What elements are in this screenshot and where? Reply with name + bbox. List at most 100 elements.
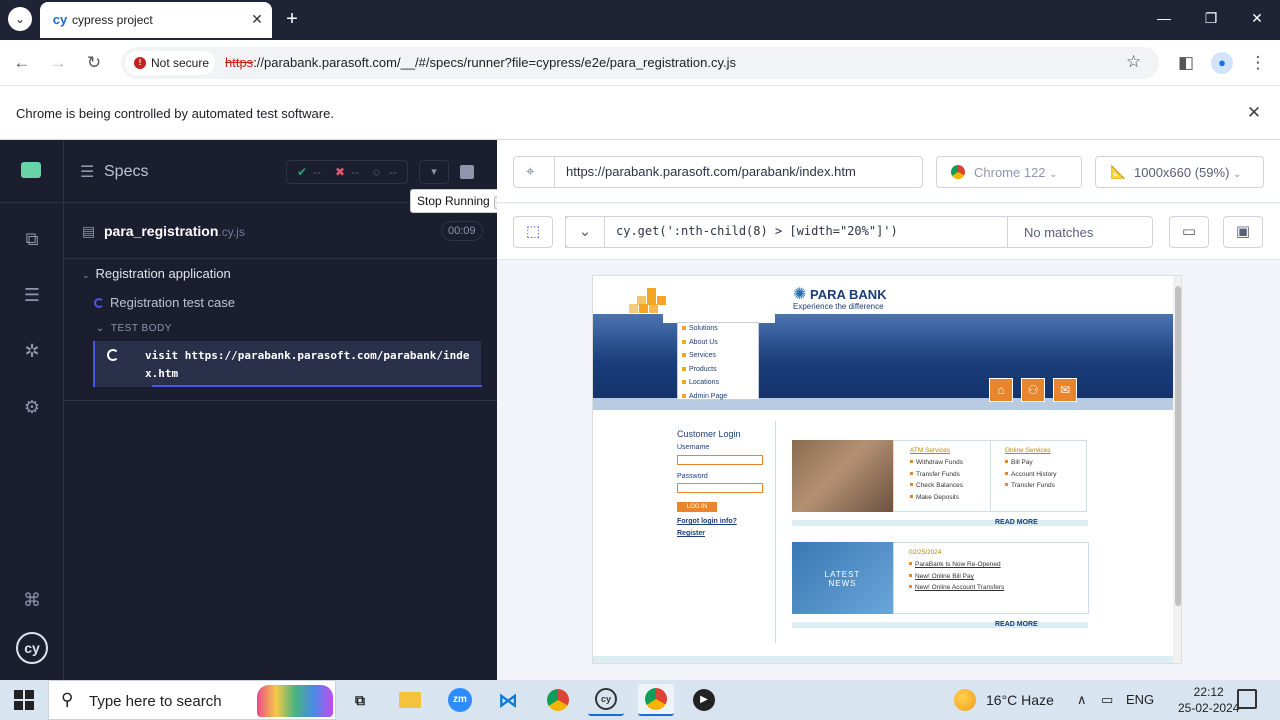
weather-icon[interactable] — [954, 689, 976, 711]
taskbar-search[interactable]: ⚲ Type here to search — [48, 680, 336, 720]
atm-service-item[interactable]: Make Deposits — [910, 494, 959, 501]
menu-item-locations[interactable]: Locations — [682, 379, 719, 386]
system-clock[interactable]: 22:12 25-02-2024 — [1178, 684, 1239, 716]
news-item[interactable]: New! Online Bill Pay — [909, 573, 974, 580]
bookmark-star-icon[interactable]: ☆ — [1126, 52, 1141, 72]
restore-button[interactable]: ❐ — [1196, 10, 1226, 27]
profile-avatar-icon[interactable]: ● — [1211, 52, 1233, 74]
url-text[interactable]: https://parabank.parasoft.com/__/#/specs… — [225, 55, 736, 70]
online-service-item[interactable]: Bill Pay — [1005, 459, 1033, 466]
site-info-chip[interactable]: ! Not secure — [125, 51, 215, 75]
menu-item-products[interactable]: Products — [682, 366, 717, 373]
infobar-message: Chrome is being controlled by automated … — [16, 106, 334, 121]
home-icon[interactable]: ⌂ — [989, 378, 1013, 402]
menu-item-about-us[interactable]: About Us — [682, 339, 718, 346]
selector-playground-icon[interactable]: ⌖ — [526, 163, 534, 180]
selector-input[interactable]: cy.get(':nth-child(8) > [width="20%"]') … — [565, 216, 1153, 248]
not-secure-label: Not secure — [151, 56, 210, 70]
minimize-button[interactable]: — — [1149, 10, 1179, 26]
about-icon[interactable]: ⚇ — [1021, 378, 1045, 402]
online-service-item[interactable]: Account History — [1005, 471, 1057, 478]
customer-login-title: Customer Login — [677, 429, 741, 439]
viewport-text: 1000x660 (59%) — [1134, 165, 1230, 180]
windows-start-icon[interactable] — [14, 690, 34, 710]
element-picker-button[interactable]: ⬚ — [513, 216, 553, 248]
battery-icon[interactable]: ▭ — [1101, 692, 1113, 708]
back-button[interactable]: ← — [10, 52, 34, 74]
browser-tab[interactable]: cy cypress project ✕ — [40, 2, 272, 38]
atm-services-title[interactable]: ATM Services — [910, 447, 950, 454]
new-tab-button[interactable]: + — [282, 8, 302, 30]
warning-icon: ! — [134, 57, 146, 69]
specs-list-icon[interactable]: ☰ — [80, 162, 94, 182]
task-view-icon[interactable]: ⧉ — [342, 684, 378, 716]
register-link[interactable]: Register — [677, 530, 705, 537]
contact-mail-icon[interactable]: ✉ — [1053, 378, 1077, 402]
aut-url-text[interactable]: https://parabank.parasoft.com/parabank/i… — [566, 164, 856, 179]
file-explorer-icon[interactable] — [392, 684, 428, 716]
specs-label[interactable]: Specs — [104, 163, 148, 181]
parabank-logo[interactable]: ✺ PARA BANK — [793, 284, 887, 304]
online-services-title[interactable]: Online Services — [1005, 447, 1051, 454]
infobar-close-icon[interactable]: ✕ — [1244, 103, 1264, 123]
side-panel-icon[interactable]: ◧ — [1174, 52, 1198, 74]
debug-nav-icon[interactable]: ✲ — [20, 339, 44, 363]
atm-service-item[interactable]: Check Balances — [910, 482, 963, 489]
tab-search-button[interactable]: ⌄ — [8, 7, 32, 31]
chrome-taskbar-icon[interactable] — [540, 684, 576, 716]
forgot-login-link[interactable]: Forgot login info? — [677, 518, 737, 525]
keyboard-shortcuts-icon[interactable]: ⌘ — [20, 588, 44, 612]
command-row[interactable]: visit https://parabank.parasoft.com/para… — [93, 341, 481, 387]
print-to-console-icon[interactable]: ▣ — [1223, 216, 1263, 248]
show-hidden-icons-chevron-icon[interactable]: ∧ — [1077, 692, 1087, 708]
cypress-favicon-icon: cy — [52, 12, 68, 27]
browser-name: Chrome 122 — [974, 165, 1046, 180]
cypress-logo-icon[interactable]: cy — [16, 632, 48, 664]
tab-close-icon[interactable]: ✕ — [248, 11, 266, 28]
read-more-link[interactable]: READ MORE — [995, 621, 1038, 628]
username-input[interactable] — [677, 455, 763, 465]
copy-clipboard-icon[interactable]: ▭ — [1169, 216, 1209, 248]
close-window-button[interactable]: ✕ — [1242, 10, 1272, 27]
viewport-selector[interactable]: 📐 1000x660 (59%) ⌄ — [1095, 156, 1264, 188]
online-service-item[interactable]: Transfer Funds — [1005, 482, 1055, 489]
suite-title[interactable]: ⌄ Registration application — [82, 266, 231, 281]
cypress-taskbar-icon[interactable]: cy — [588, 684, 624, 716]
url-path: ://parabank.parasoft.com/__/#/specs/runn… — [253, 55, 737, 70]
menu-item-solutions[interactable]: Solutions — [682, 325, 718, 332]
login-button[interactable]: LOG IN — [677, 502, 717, 512]
services-divider — [990, 441, 991, 511]
reload-button[interactable]: ↻ — [82, 52, 106, 74]
chrome-active-taskbar-icon[interactable] — [638, 684, 674, 716]
address-bar[interactable]: ! Not secure https://parabank.parasoft.c… — [121, 47, 1159, 79]
news-item[interactable]: New! Online Account Transfers — [909, 584, 1004, 591]
settings-gear-icon[interactable]: ⚙ — [20, 395, 44, 419]
specs-nav-icon[interactable]: ⧉ — [20, 227, 44, 251]
test-title[interactable]: Registration test case — [94, 295, 235, 310]
content-divider — [775, 421, 776, 643]
language-indicator[interactable]: ENG — [1126, 692, 1154, 707]
atm-service-item[interactable]: Withdraw Funds — [910, 459, 963, 466]
browser-selector[interactable]: Chrome 122 ⌄ — [936, 156, 1082, 188]
weather-text[interactable]: 16°C Haze — [986, 692, 1054, 708]
runs-nav-icon[interactable]: ☰ — [20, 283, 44, 307]
zoom-app-icon[interactable]: zm — [442, 684, 478, 716]
atm-service-item[interactable]: Transfer Funds — [910, 471, 960, 478]
news-item[interactable]: ParaBank Is Now Re-Opened — [909, 561, 1001, 568]
project-icon[interactable] — [21, 162, 41, 178]
command-text: visit https://parabank.parasoft.com/para… — [145, 349, 470, 380]
media-player-icon[interactable]: ▶ — [686, 684, 722, 716]
menu-item-services[interactable]: Services — [682, 352, 716, 359]
menu-item-admin-page[interactable]: Admin Page — [682, 393, 727, 400]
vscode-icon[interactable]: ⋈ — [490, 684, 526, 716]
test-body-label: ⌄ TEST BODY — [96, 323, 172, 334]
page-scrollbar-thumb[interactable] — [1175, 286, 1181, 606]
notification-center-icon[interactable] — [1237, 689, 1257, 709]
read-more-link[interactable]: READ MORE — [995, 519, 1038, 526]
chevron-down-icon[interactable]: ▾ — [419, 160, 449, 184]
forward-button[interactable]: → — [46, 52, 70, 74]
parabank-footer-band — [593, 656, 1173, 663]
suite-label: Registration application — [95, 266, 231, 281]
chrome-menu-icon[interactable]: ⋮ — [1246, 52, 1270, 74]
password-input[interactable] — [677, 483, 763, 493]
